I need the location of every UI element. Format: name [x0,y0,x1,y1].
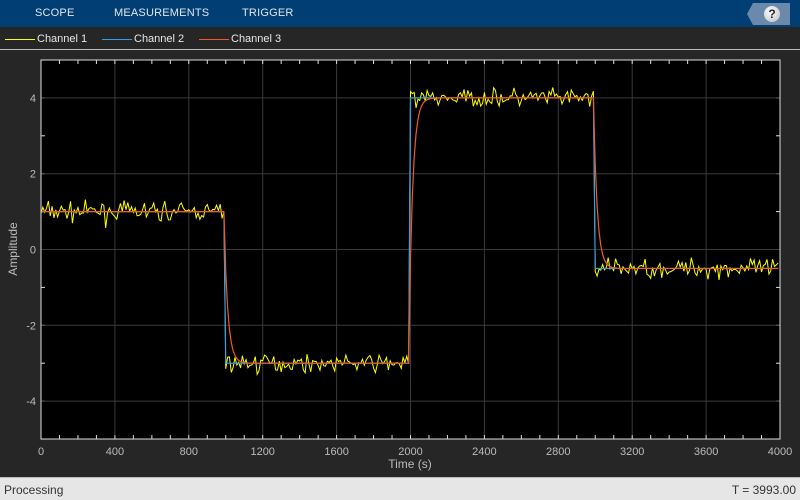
x-tick-label: 2400 [472,446,496,458]
x-tick-label: 400 [106,446,124,458]
line-swatch-icon [5,38,35,40]
line-swatch-icon [199,38,229,40]
tab-trigger[interactable]: TRIGGER [242,7,294,19]
x-tick-label: 1200 [250,446,274,458]
x-tick-label: 4000 [768,446,792,458]
y-axis-label: Amplitude [6,222,20,276]
tab-scope[interactable]: SCOPE [35,7,75,19]
scope-plot[interactable]: 0 400 800 1200 1600 2000 2400 2800 3200 3600 4000-… [0,51,800,477]
x-tick-label: 0 [38,446,44,458]
x-tick-label: 800 [180,446,198,458]
tab-measurements[interactable]: MEASUREMENTS [114,7,209,19]
legend-item-channel-2[interactable]: Channel 2 [102,33,184,45]
x-tick-label: 2800 [546,446,570,458]
legend: Channel 1 Channel 2 Channel 3 [0,27,800,50]
legend-label: Channel 3 [231,33,282,45]
y-tick-label: 4 [30,93,36,105]
status-text: Processing [4,483,64,497]
line-swatch-icon [102,38,132,40]
legend-item-channel-3[interactable]: Channel 3 [199,33,281,45]
legend-item-channel-1[interactable]: Channel 1 [5,33,87,45]
help-button[interactable]: ? [747,3,790,25]
x-tick-label: 3600 [694,446,718,458]
legend-label: Channel 1 [37,33,88,45]
time-readout: T = 3993.00 [731,483,796,497]
y-tick-label: -2 [26,320,36,332]
x-axis-label: Time (s) [388,457,432,471]
status-bar: Processing T = 3993.00 [0,477,800,500]
y-tick-label: 2 [30,169,36,181]
legend-label: Channel 2 [134,33,185,45]
help-icon: ? [764,6,780,22]
y-tick-label: -4 [26,396,36,408]
y-tick-label: 0 [30,245,36,257]
toolstrip: SCOPE MEASUREMENTS TRIGGER ? [0,0,800,27]
x-tick-label: 1600 [324,446,348,458]
x-tick-label: 3200 [620,446,644,458]
